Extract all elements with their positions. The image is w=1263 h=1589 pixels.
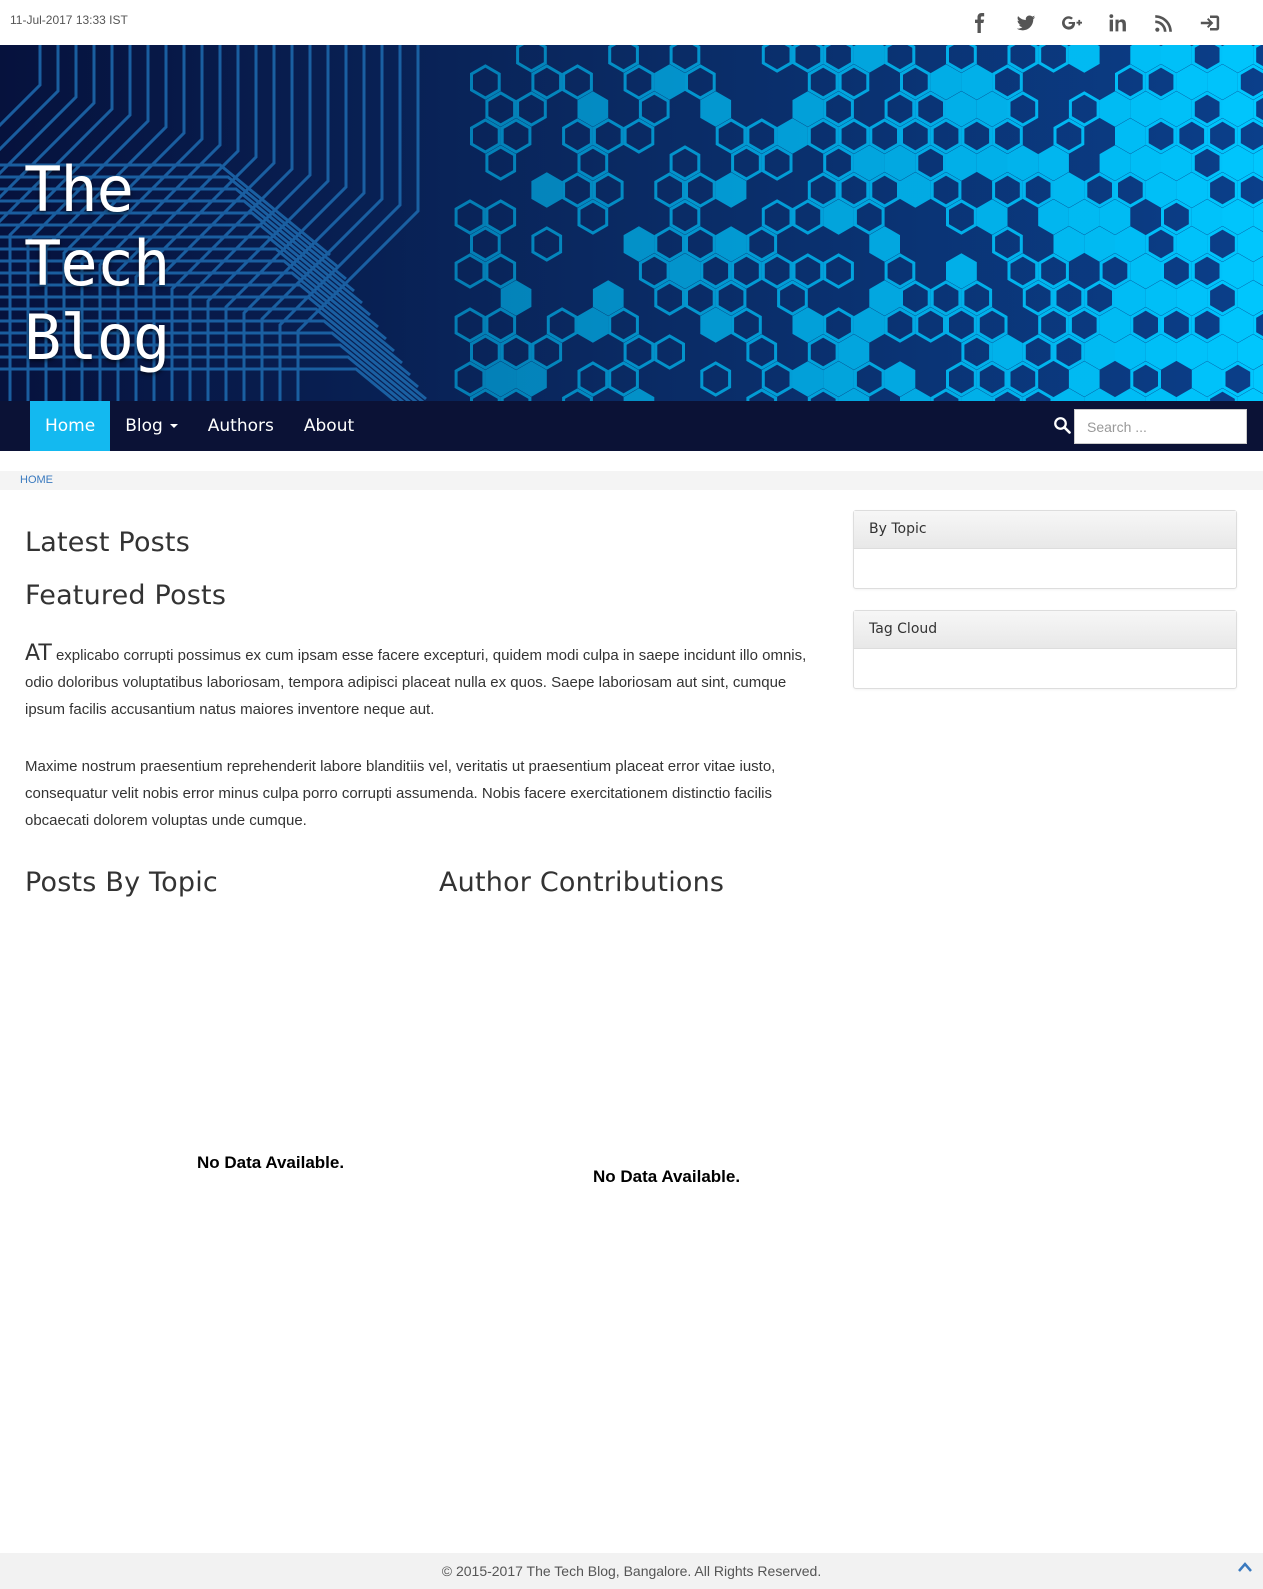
sign-in-icon[interactable] — [1187, 10, 1233, 36]
main-navbar: Home Blog Authors About — [0, 401, 1263, 451]
posts-by-topic-nodata: No Data Available. — [197, 1153, 345, 1172]
author-contributions-nodata: No Data Available. — [593, 1167, 741, 1186]
search-input[interactable] — [1074, 409, 1247, 444]
by-topic-panel-body — [854, 549, 1236, 588]
nav-menu: Home Blog Authors About — [30, 401, 369, 451]
nav-item-about[interactable]: About — [289, 401, 369, 451]
nav-item-home[interactable]: Home — [30, 401, 111, 451]
tag-cloud-panel-title: Tag Cloud — [854, 611, 1236, 649]
latest-posts-heading: Latest Posts — [25, 527, 190, 558]
breadcrumb: HOME — [0, 471, 1263, 490]
breadcrumb-home-link[interactable]: HOME — [20, 474, 53, 486]
site-title[interactable]: The Tech Blog — [24, 153, 170, 375]
search-icon[interactable] — [1053, 416, 1071, 434]
nav-item-authors[interactable]: Authors — [193, 401, 289, 451]
twitter-icon[interactable] — [1003, 10, 1049, 36]
featured-posts-heading: Featured Posts — [25, 580, 227, 611]
top-bar: 11-Jul-2017 13:33 IST — [0, 0, 1263, 45]
featured-lead-text: AT — [25, 641, 52, 666]
author-contributions-heading: Author Contributions — [439, 867, 725, 898]
nav-item-blog[interactable]: Blog — [110, 401, 193, 451]
by-topic-panel: By Topic — [853, 510, 1237, 589]
by-topic-panel-title: By Topic — [854, 511, 1236, 549]
footer: © 2015-2017 The Tech Blog, Bangalore. Al… — [0, 1553, 1263, 1589]
social-links — [957, 10, 1233, 36]
linkedin-icon[interactable] — [1095, 10, 1141, 36]
header-banner: The Tech Blog — [0, 45, 1263, 401]
featured-paragraph-2: Maxime nostrum praesentium reprehenderit… — [25, 758, 776, 829]
tag-cloud-panel-body — [854, 649, 1236, 688]
featured-text-1: explicabo corrupti possimus ex cum ipsam… — [25, 647, 807, 718]
nav-item-label: Authors — [207, 416, 274, 436]
featured-paragraph-1: AT explicabo corrupti possimus ex cum ip… — [25, 640, 810, 723]
facebook-icon[interactable] — [957, 10, 1003, 36]
rss-icon[interactable] — [1141, 10, 1187, 36]
chevron-down-icon — [169, 424, 178, 428]
posts-by-topic-heading: Posts By Topic — [25, 867, 218, 898]
nav-item-label: Blog — [125, 416, 163, 436]
scroll-to-top-icon[interactable] — [1237, 1561, 1253, 1573]
tag-cloud-panel: Tag Cloud — [853, 610, 1237, 689]
google-plus-icon[interactable] — [1049, 10, 1095, 36]
nav-item-label: About — [303, 416, 355, 436]
circuit-background — [0, 45, 1263, 401]
nav-item-label: Home — [45, 416, 96, 436]
current-date: 11-Jul-2017 13:33 IST — [10, 13, 128, 27]
copyright-text: © 2015-2017 The Tech Blog, Bangalore. Al… — [441, 1563, 822, 1579]
